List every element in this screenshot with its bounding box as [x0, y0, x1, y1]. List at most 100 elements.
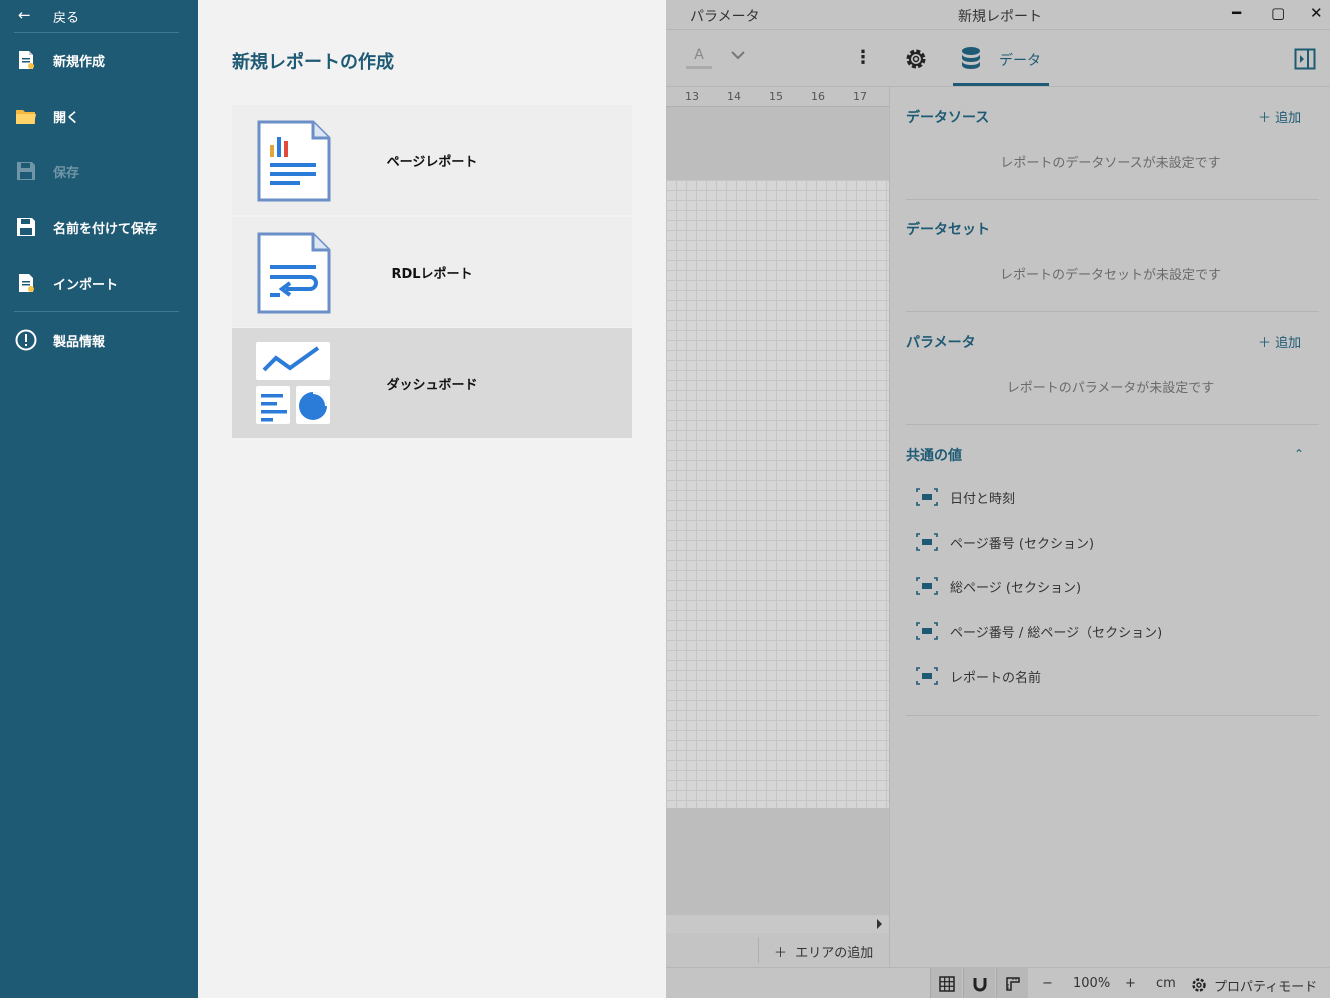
ruler-icon — [1005, 976, 1020, 991]
common-value-label: レポートの名前 — [950, 671, 1042, 686]
snap-toggle[interactable] — [963, 968, 995, 998]
field-icon — [916, 533, 938, 551]
new-document-icon — [19, 51, 34, 69]
tab-data[interactable]: データ — [999, 50, 1041, 70]
add-area-label: エリアの追加 — [795, 946, 874, 961]
info-icon — [15, 329, 37, 351]
sidebar-item-open[interactable]: 開く — [0, 94, 198, 138]
minimize-icon[interactable]: ━ — [1232, 4, 1241, 22]
add-area-bar: ＋ エリアの追加 — [666, 933, 889, 967]
ruler-mark: 15 — [769, 90, 783, 103]
sidebar-item-about[interactable]: 製品情報 — [0, 318, 198, 362]
grid-toggle[interactable] — [930, 968, 962, 998]
ruler-mark: 17 — [853, 90, 867, 103]
database-icon[interactable] — [960, 46, 982, 72]
card-label: ダッシュボード — [386, 378, 478, 393]
chevron-down-icon[interactable] — [730, 49, 746, 61]
sidebar-divider — [14, 311, 179, 312]
window-title: 新規レポート — [958, 9, 1042, 25]
title-bar: パラメータ 新規レポート ━ ▢ ✕ — [666, 0, 1330, 30]
sidebar-item-save-as[interactable]: 名前を付けて保存 — [0, 205, 198, 249]
chevron-up-icon[interactable]: ⌃ — [1294, 447, 1304, 461]
horizontal-ruler: 13 14 15 16 17 — [666, 87, 889, 107]
common-value-label: ページ番号 (セクション) — [950, 537, 1095, 552]
field-icon — [916, 577, 938, 595]
new-report-panel: 新規レポートの作成 ページレポート RDLレポート ダッシュボード — [198, 0, 666, 998]
field-icon — [916, 622, 938, 640]
property-mode-button[interactable]: プロパティモード — [1214, 976, 1317, 995]
field-icon — [916, 488, 938, 506]
more-vertical-icon[interactable]: ⋮ — [854, 47, 872, 68]
save-as-icon — [17, 218, 35, 236]
add-datasource-button[interactable]: ＋ 追加 — [1258, 107, 1301, 126]
grid-icon — [938, 975, 955, 992]
section-divider — [906, 311, 1319, 312]
back-arrow-icon: ← — [18, 6, 31, 24]
font-color-button[interactable]: A — [686, 47, 712, 69]
dashboard-card[interactable]: ダッシュボード — [232, 328, 632, 438]
sidebar-item-label: 保存 — [53, 166, 80, 181]
folder-icon — [16, 110, 36, 124]
backstage-sidebar: ← 戻る 新規作成 開く 保存 名前を付けて保存 インポート 製品情報 — [0, 0, 198, 998]
section-divider — [906, 199, 1319, 200]
field-icon — [916, 667, 938, 685]
parameters-empty-text: レポートのパラメータが未設定です — [1006, 381, 1215, 396]
zoom-out-button[interactable]: − — [1042, 976, 1053, 991]
zoom-in-button[interactable]: + — [1125, 976, 1136, 991]
page-report-icon — [257, 120, 331, 202]
sidebar-item-label: 開く — [53, 111, 80, 126]
rdl-report-card[interactable]: RDLレポート — [232, 217, 632, 327]
page-report-card[interactable]: ページレポート — [232, 105, 632, 215]
zoom-level: 100% — [1073, 976, 1111, 991]
common-values-title: 共通の値 — [906, 448, 962, 464]
card-label: RDLレポート — [391, 267, 473, 282]
sidebar-item-label: 新規作成 — [53, 55, 106, 70]
maximize-icon[interactable]: ▢ — [1271, 4, 1285, 22]
panel-title: パラメータ — [690, 9, 760, 25]
add-parameter-button[interactable]: ＋ 追加 — [1258, 332, 1301, 351]
unit-selector[interactable]: cm — [1156, 976, 1176, 991]
rdl-report-icon — [257, 232, 331, 314]
common-value-label: ページ番号 / 総ページ（セクション) — [950, 626, 1163, 641]
sidebar-divider — [14, 32, 179, 33]
dataset-title: データセット — [906, 222, 990, 238]
ruler-toggle[interactable] — [996, 968, 1028, 998]
side-panel-toggle-icon[interactable] — [1294, 48, 1316, 70]
gear-icon[interactable] — [1191, 977, 1207, 993]
horizontal-scrollbar[interactable] — [666, 915, 889, 933]
sidebar-item-label: 製品情報 — [53, 335, 106, 350]
close-icon[interactable]: ✕ — [1310, 4, 1323, 22]
dataset-empty-text: レポートのデータセットが未設定です — [999, 268, 1221, 283]
scroll-right-icon[interactable] — [877, 919, 882, 929]
status-bar: − 100% + cm プロパティモード — [666, 967, 1330, 998]
sidebar-item-import[interactable]: インポート — [0, 261, 198, 305]
import-icon — [19, 274, 34, 292]
active-tab-indicator — [953, 83, 1049, 86]
card-label: ページレポート — [386, 155, 478, 170]
add-label: 追加 — [1275, 111, 1302, 126]
section-divider — [906, 424, 1319, 425]
data-panel: データソース ＋ 追加 レポートのデータソースが未設定です データセット レポー… — [889, 87, 1330, 967]
sidebar-item-save[interactable]: 保存 — [0, 149, 198, 193]
sidebar-item-label: 名前を付けて保存 — [53, 222, 158, 237]
sidebar-item-label: インポート — [53, 278, 119, 293]
parameters-title: パラメータ — [906, 335, 976, 351]
dashboard-icon — [256, 342, 330, 424]
report-page-grid[interactable] — [666, 180, 889, 808]
divider — [758, 937, 759, 963]
back-label: 戻る — [53, 11, 80, 26]
page-title: 新規レポートの作成 — [232, 52, 394, 73]
common-value-label: 総ページ (セクション) — [950, 581, 1082, 596]
ruler-mark: 14 — [727, 90, 741, 103]
ruler-mark: 13 — [685, 90, 699, 103]
ruler-mark: 16 — [811, 90, 825, 103]
save-icon — [17, 162, 35, 180]
add-label: 追加 — [1275, 336, 1302, 351]
add-area-button[interactable]: ＋ エリアの追加 — [774, 942, 873, 961]
toolbar: A ⋮ データ — [666, 31, 1330, 87]
section-divider — [906, 715, 1319, 716]
back-button[interactable]: ← 戻る — [0, 0, 198, 30]
magnet-icon — [973, 977, 986, 991]
gear-icon[interactable] — [903, 46, 929, 72]
sidebar-item-new[interactable]: 新規作成 — [0, 38, 198, 82]
